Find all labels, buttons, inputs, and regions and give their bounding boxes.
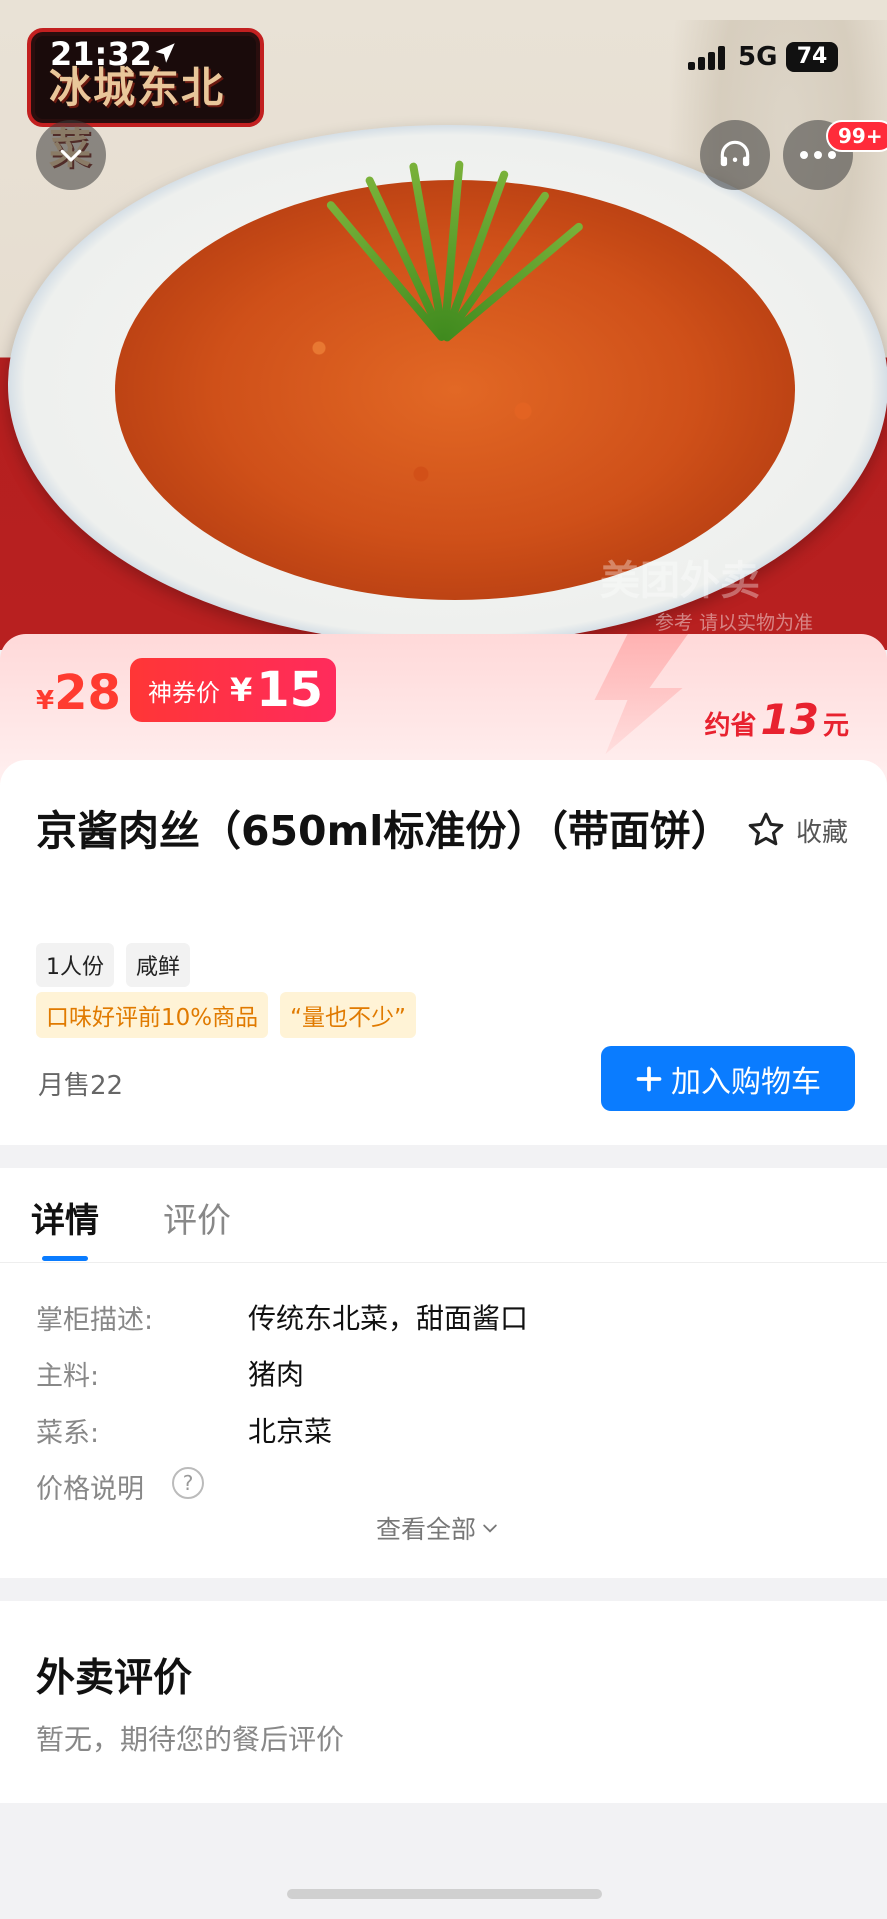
- savings-amount: 13: [760, 695, 819, 744]
- add-to-cart-button[interactable]: 加入购物车: [601, 1046, 855, 1111]
- highlight-quote: “量也不少”: [280, 992, 416, 1038]
- coupon-currency: ¥: [230, 671, 253, 709]
- detail-value-ingredient: 猪肉: [248, 1358, 305, 1391]
- notification-badge: 99+: [826, 120, 887, 152]
- detail-value-cuisine: 北京菜: [248, 1415, 333, 1448]
- monthly-sales: 月售22: [38, 1071, 124, 1101]
- watermark: 美团外卖: [600, 558, 760, 604]
- see-all-label: 查看全部: [376, 1515, 477, 1544]
- original-price-value: 28: [54, 665, 121, 721]
- savings-suffix: 元: [822, 711, 849, 741]
- detail-label-price-note: 价格说明: [36, 1474, 144, 1505]
- coupon-label: 神券价: [148, 678, 220, 707]
- original-price: ¥28: [36, 665, 121, 721]
- chevron-down-icon: [483, 1524, 497, 1533]
- signal-icon: [688, 44, 728, 70]
- star-icon: [748, 812, 784, 846]
- detail-label-ingredient: 主料:: [36, 1361, 100, 1392]
- highlight-rating: 口味好评前10%商品: [36, 992, 269, 1038]
- headset-icon: [720, 140, 750, 167]
- detail-label-description: 掌柜描述:: [36, 1305, 154, 1336]
- favorite-label: 收藏: [796, 817, 849, 848]
- reviews-empty-text: 暂无，期待您的餐后评价: [36, 1723, 345, 1756]
- watermark-note: 参考 请以实物为准: [655, 612, 814, 634]
- see-all-button[interactable]: 查看全部: [376, 1510, 500, 1546]
- chevron-down-icon: [60, 149, 82, 162]
- tag-portion: 1人份: [36, 943, 114, 987]
- plus-icon: [636, 1066, 662, 1091]
- network-type: 5G: [738, 42, 778, 72]
- divider: [0, 1262, 887, 1263]
- dish-tags: 1人份 咸鲜: [36, 943, 191, 987]
- reviews-title: 外卖评价: [36, 1656, 193, 1701]
- detail-value-description: 传统东北菜，甜面酱口: [248, 1302, 529, 1335]
- coupon-price-value: 15: [256, 662, 324, 718]
- detail-label-cuisine: 菜系:: [36, 1418, 100, 1449]
- tab-reviews[interactable]: 评价: [163, 1193, 231, 1242]
- help-icon[interactable]: ?: [172, 1467, 204, 1499]
- scallion-garnish: [325, 150, 585, 350]
- battery-icon: 74: [786, 42, 838, 72]
- savings-text: 约省13 元: [705, 695, 849, 744]
- add-to-cart-label: 加入购物车: [671, 1064, 821, 1100]
- savings-prefix: 约省: [704, 711, 757, 741]
- tag-flavor: 咸鲜: [126, 943, 191, 987]
- dish-title: 京酱肉丝（650ml标准份）（带面饼）: [36, 807, 732, 855]
- collapse-button[interactable]: [36, 120, 106, 190]
- status-time: 21:32: [50, 35, 152, 73]
- location-arrow-icon: [152, 40, 178, 66]
- customer-service-button[interactable]: [700, 120, 770, 190]
- currency-symbol: ¥: [36, 686, 55, 716]
- more-icon: [800, 151, 836, 159]
- coupon-price-tag: 神券价 ¥ 15: [130, 658, 336, 722]
- home-indicator[interactable]: [287, 1889, 602, 1899]
- tab-detail[interactable]: 详情: [31, 1193, 99, 1242]
- tab-indicator: [42, 1256, 88, 1261]
- favorite-button[interactable]: 收藏: [746, 810, 848, 850]
- dish-highlights: 口味好评前10%商品 “量也不少”: [36, 992, 416, 1038]
